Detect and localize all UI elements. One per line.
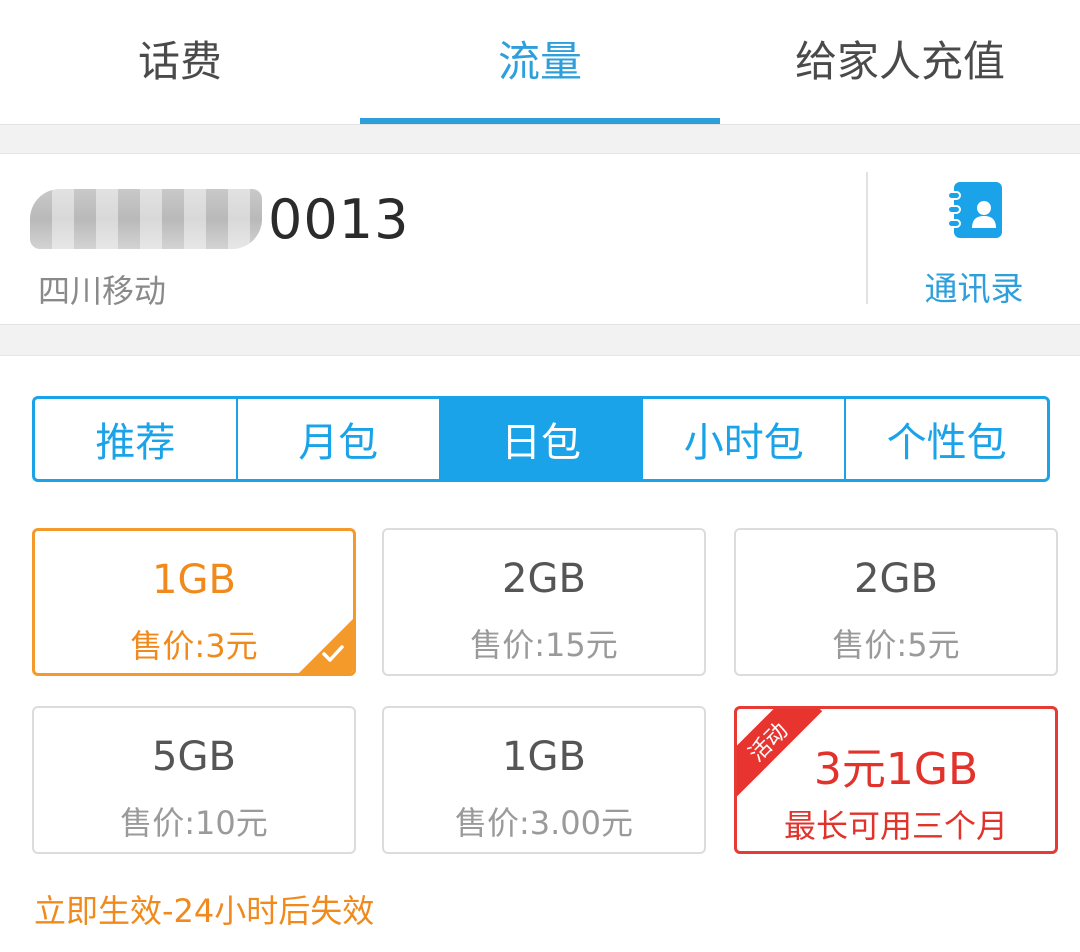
tab-phone-credit[interactable]: 话费 <box>0 0 360 124</box>
package-size: 2GB <box>854 556 938 602</box>
contacts-label: 通讯录 <box>924 269 1024 308</box>
package-price: 售价:5元 <box>832 626 960 664</box>
phone-section: 0013 四川移动 通讯录 <box>0 154 1080 324</box>
package-size: 1GB <box>152 557 236 603</box>
tab-recommended[interactable]: 推荐 <box>35 399 238 479</box>
phone-number-field[interactable]: 0013 <box>30 184 409 254</box>
package-card[interactable]: 2GB 售价:15元 <box>382 528 706 676</box>
tab-monthly[interactable]: 月包 <box>238 399 441 479</box>
contacts-book-icon <box>947 182 1002 238</box>
package-size: 5GB <box>152 734 236 780</box>
tab-custom[interactable]: 个性包 <box>846 399 1047 479</box>
phone-number-visible: 0013 <box>268 187 410 251</box>
tab-data-traffic[interactable]: 流量 <box>360 0 720 124</box>
package-price: 售价:10元 <box>120 804 268 842</box>
package-size: 1GB <box>502 734 586 780</box>
package-card[interactable]: 2GB 售价:5元 <box>734 528 1058 676</box>
package-card[interactable]: 1GB 售价:3.00元 <box>382 706 706 854</box>
package-description: 最长可用三个月 <box>783 807 1008 845</box>
package-type-tabs: 推荐 月包 日包 小时包 个性包 <box>32 396 1050 482</box>
validity-note: 立即生效-24小时后失效 <box>34 892 375 930</box>
section-separator <box>0 324 1080 356</box>
package-card[interactable]: 5GB 售价:10元 <box>32 706 356 854</box>
tab-daily[interactable]: 日包 <box>440 399 644 479</box>
package-card-selected[interactable]: 1GB 售价:3元 <box>32 528 356 676</box>
package-size: 3元1GB <box>813 744 979 795</box>
carrier-label: 四川移动 <box>38 272 167 310</box>
checkmark-icon <box>322 645 344 662</box>
package-card-promo[interactable]: 活动 3元1GB 最长可用三个月 <box>734 706 1058 854</box>
package-price: 售价:15元 <box>470 626 618 664</box>
tab-hourly[interactable]: 小时包 <box>643 399 847 479</box>
top-tab-bar: 话费 流量 给家人充值 <box>0 0 1080 124</box>
contacts-button[interactable]: 通讯录 <box>868 154 1080 324</box>
phone-number-mask <box>30 189 262 249</box>
section-separator <box>0 124 1080 154</box>
tab-family-recharge[interactable]: 给家人充值 <box>720 0 1080 124</box>
package-price: 售价:3.00元 <box>454 804 634 842</box>
package-size: 2GB <box>502 556 586 602</box>
